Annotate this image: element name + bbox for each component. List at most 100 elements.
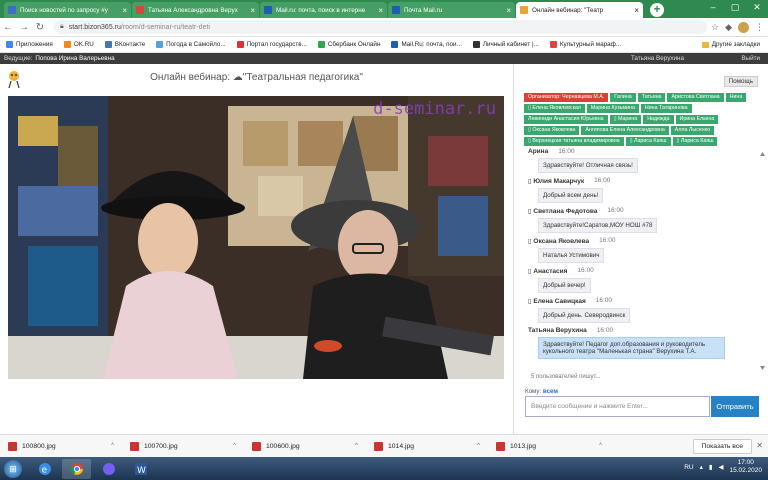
chevron-up-icon[interactable]: ^ bbox=[599, 443, 602, 449]
chevron-up-icon[interactable]: ^ bbox=[233, 443, 236, 449]
show-all-button[interactable]: Показать все bbox=[692, 439, 752, 454]
minimize-icon[interactable]: – bbox=[702, 0, 724, 14]
participant-tag[interactable]: ▯ Верхнецкая татьяна владимировна bbox=[524, 137, 624, 146]
message-author[interactable]: ▯ Оксана Яковлева bbox=[528, 237, 589, 245]
host-name: Попова Ирина Валерьевна bbox=[35, 55, 115, 62]
chevron-up-icon[interactable]: ^ bbox=[355, 443, 358, 449]
menu-icon[interactable]: ⋮ bbox=[755, 22, 764, 33]
message-author[interactable]: ▯ Елена Савицкая bbox=[528, 297, 586, 305]
download-item[interactable]: 100600.jpg ^ bbox=[250, 441, 370, 451]
url-field[interactable]: 🔒︎ start.bizon365.ru/room/d-seminar-ru/t… bbox=[54, 20, 707, 34]
participant-tag[interactable]: ▯ Оксана Яковлева bbox=[524, 126, 580, 135]
send-button[interactable]: Отправить bbox=[711, 396, 759, 417]
download-item[interactable]: 1013.jpg ^ bbox=[494, 441, 614, 451]
recipient-value[interactable]: всем bbox=[543, 388, 558, 395]
ie-taskbar-icon[interactable]: e bbox=[30, 459, 59, 479]
participant-tag[interactable]: Ангипова Елена Александровна bbox=[581, 126, 669, 135]
chevron-up-icon[interactable]: ^ bbox=[111, 443, 114, 449]
bookmark-item[interactable]: Портал государств... bbox=[236, 41, 307, 48]
participant-tag[interactable]: Марина Кузьмина bbox=[586, 104, 639, 113]
tab-close-icon[interactable]: × bbox=[378, 6, 383, 15]
participant-tag[interactable]: ▯ Лариса Каяш bbox=[625, 137, 671, 146]
recipient-selector[interactable]: Кому: всем bbox=[525, 388, 558, 395]
language-indicator[interactable]: RU bbox=[684, 464, 693, 471]
message-author[interactable]: ▯ Анастасия bbox=[528, 267, 567, 275]
bookmark-item[interactable]: Сбербанк Онлайн bbox=[317, 41, 380, 48]
start-button[interactable]: ⊞ bbox=[4, 459, 22, 478]
message-author[interactable]: ▯ Светлана Федотова bbox=[528, 207, 597, 215]
download-filename: 100700.jpg bbox=[144, 442, 178, 450]
back-icon[interactable]: ← bbox=[0, 22, 16, 33]
participant-tag[interactable]: ▯ Лариса Каяш bbox=[672, 137, 718, 146]
chat-scrollbar[interactable] bbox=[760, 152, 765, 370]
reload-icon[interactable]: ↻ bbox=[32, 22, 48, 33]
webinar-area: Онлайн вебинар: ☁"Театральная педагогика… bbox=[0, 64, 513, 434]
other-bookmarks-label: Другие закладки bbox=[711, 41, 760, 48]
participant-tag[interactable]: Аристова Светлана bbox=[667, 93, 724, 102]
exit-link[interactable]: Выйти bbox=[741, 55, 760, 62]
maximize-icon[interactable]: ▢ bbox=[724, 0, 746, 14]
tab-5[interactable]: Онлайн вебинар: "Театр × bbox=[516, 2, 643, 18]
message-header: ▯ Юлия Макарчук 16:00 bbox=[528, 177, 754, 185]
tray-arrow-icon[interactable]: ▴ bbox=[700, 463, 703, 471]
organizer-badge[interactable]: Организатор: Чернавцева М.А. bbox=[524, 93, 609, 102]
avatar[interactable] bbox=[738, 21, 749, 33]
new-tab-button[interactable]: + bbox=[650, 3, 664, 17]
image-file-icon bbox=[8, 441, 17, 451]
bookmark-item[interactable]: ВКонтакте bbox=[104, 41, 145, 48]
tab-2[interactable]: Татьяна Александровна Верух × bbox=[132, 2, 259, 18]
participant-tag[interactable]: Алла Лысенко bbox=[670, 126, 715, 135]
word-taskbar-icon[interactable]: W bbox=[126, 459, 155, 479]
download-item[interactable]: 100700.jpg ^ bbox=[128, 441, 248, 451]
bookmark-item[interactable]: Приложения bbox=[6, 41, 53, 48]
image-file-icon bbox=[252, 441, 261, 451]
viber-taskbar-icon[interactable] bbox=[94, 459, 123, 479]
bookmark-item[interactable]: OK.RU bbox=[63, 41, 94, 48]
video-player[interactable]: d-seminar.ru bbox=[8, 96, 504, 379]
tab-close-icon[interactable]: × bbox=[250, 6, 255, 15]
download-item[interactable]: 100800.jpg ^ bbox=[6, 441, 126, 451]
participant-tag[interactable]: ▯ Елена Яковлевская bbox=[524, 104, 585, 113]
message-author[interactable]: Арина bbox=[528, 148, 548, 155]
tab-3[interactable]: Mail.ru: почта, поиск в интерне × bbox=[260, 2, 387, 18]
participant-tag[interactable]: Нина Татаринова bbox=[640, 104, 692, 113]
bookmark-item[interactable]: Культурный мараф... bbox=[549, 41, 621, 48]
bookmark-item[interactable]: Личный кабинет |... bbox=[472, 41, 539, 48]
chrome-taskbar-icon[interactable] bbox=[62, 458, 91, 479]
close-downloads-icon[interactable]: ✕ bbox=[756, 441, 763, 450]
bookmark-item[interactable]: Погода в Самойло... bbox=[156, 41, 226, 48]
tab-1[interactable]: Поиск новостей по запросу #у × bbox=[4, 2, 131, 18]
close-window-icon[interactable]: ✕ bbox=[746, 0, 768, 14]
folder-icon bbox=[701, 41, 709, 48]
star-icon[interactable]: ☆ bbox=[711, 22, 719, 33]
message-author[interactable]: Татьяна Верухина bbox=[528, 327, 587, 334]
participant-tag[interactable]: Галина bbox=[610, 93, 636, 102]
help-button[interactable]: Помощь bbox=[723, 76, 758, 87]
tab-4[interactable]: Почта Mail.ru × bbox=[388, 2, 515, 18]
other-bookmarks[interactable]: Другие закладки bbox=[701, 41, 760, 48]
participant-tag[interactable]: Нина bbox=[725, 93, 747, 102]
tab-close-icon[interactable]: × bbox=[634, 6, 639, 15]
tab-close-icon[interactable]: × bbox=[122, 6, 127, 15]
tab-favicon-icon bbox=[264, 6, 272, 14]
message-header: ▯ Елена Савицкая 16:00 bbox=[528, 297, 754, 305]
network-icon[interactable]: ▮ bbox=[709, 463, 713, 471]
download-item[interactable]: 1014.jpg ^ bbox=[372, 441, 492, 451]
participant-tag[interactable]: Надежда bbox=[643, 115, 674, 124]
bookmark-item[interactable]: Mail.Ru: почта, пои... bbox=[391, 41, 462, 48]
message-author[interactable]: ▯ Юлия Макарчук bbox=[528, 177, 584, 185]
video-frame bbox=[8, 96, 504, 379]
message-time: 16:00 bbox=[577, 267, 594, 274]
tab-close-icon[interactable]: × bbox=[506, 6, 511, 15]
volume-icon[interactable]: ◀ bbox=[718, 463, 723, 471]
forward-icon[interactable]: → bbox=[16, 22, 32, 33]
participant-tag[interactable]: Татьяна bbox=[637, 93, 666, 102]
participant-tag[interactable]: ▯ Марина bbox=[609, 115, 642, 124]
clock[interactable]: 17:00 15.02.2020 bbox=[729, 459, 762, 475]
extension-icon[interactable]: ◆ bbox=[725, 22, 732, 33]
bookmark-label: Погода в Самойло... bbox=[166, 41, 226, 48]
participant-tag[interactable]: Левиниди Анастасия Юрьевна bbox=[524, 115, 608, 124]
participant-tag[interactable]: Ирина Елкина bbox=[675, 115, 719, 124]
chevron-up-icon[interactable]: ^ bbox=[477, 443, 480, 449]
message-input[interactable]: Введите сообщение и нажмите Enter... bbox=[525, 396, 710, 417]
